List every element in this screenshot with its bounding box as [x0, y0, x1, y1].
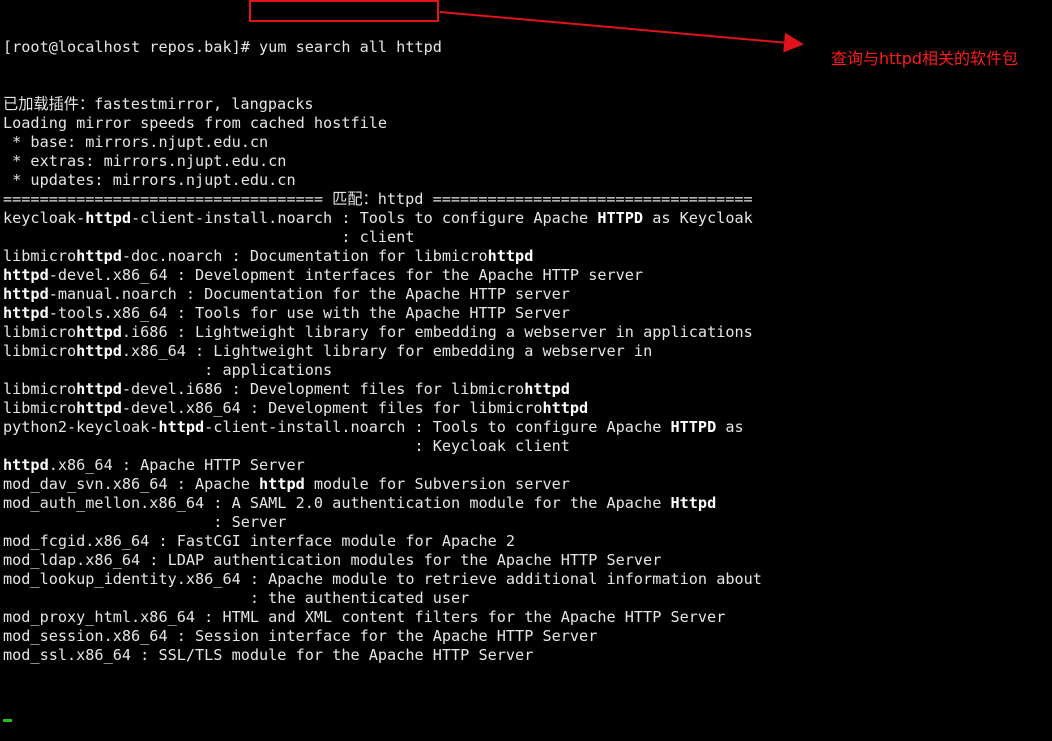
annotation-arrow-icon — [439, 11, 804, 53]
output-line: mod_ssl.x86_64 : SSL/TLS module for the … — [3, 646, 762, 665]
output-line: : the authenticated user — [3, 589, 762, 608]
terminal-cursor — [3, 719, 12, 722]
output-text: mod_proxy_html.x86_64 : HTML and XML con… — [3, 608, 726, 626]
output-line: mod_proxy_html.x86_64 : HTML and XML con… — [3, 608, 762, 627]
output-text: : the authenticated user — [3, 589, 470, 607]
cursor-line — [3, 703, 762, 722]
output-text: mod_session.x86_64 : Session interface f… — [3, 627, 598, 645]
output-line: mod_session.x86_64 : Session interface f… — [3, 627, 762, 646]
output-text: mod_ssl.x86_64 : SSL/TLS module for the … — [3, 646, 534, 664]
annotation-label: 查询与httpd相关的软件包 — [831, 49, 1019, 68]
